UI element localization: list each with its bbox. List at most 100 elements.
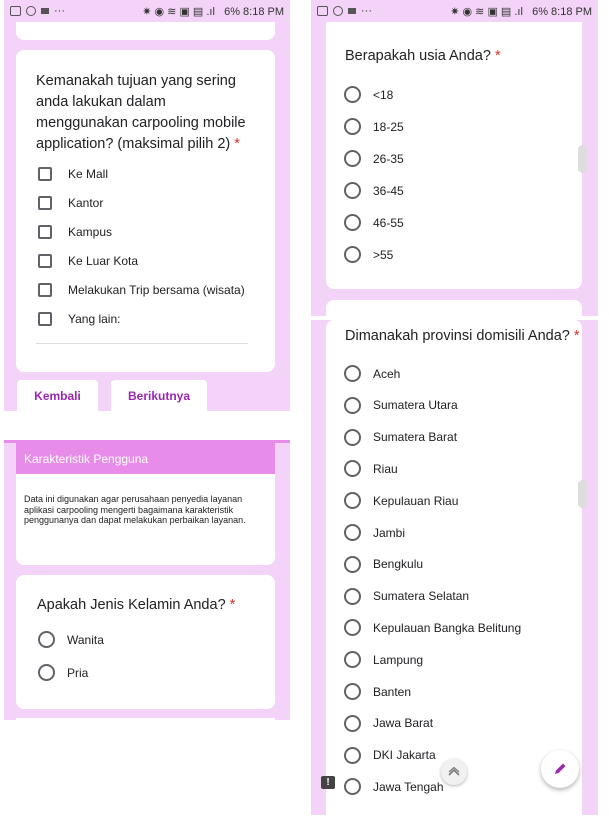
radio-option[interactable]: Jambi <box>344 524 405 541</box>
prev-card-bottom <box>16 22 275 40</box>
radio-option[interactable]: Bengkulu <box>344 555 423 573</box>
radio-option[interactable]: 18-25 <box>344 118 404 135</box>
status-bar: ··· ✷ ◉ ≋ ▣ ▤ .ıl 6% 8:18 PM <box>4 0 290 22</box>
question-label: Berapakah usia Anda? <box>345 48 491 64</box>
radio-button[interactable] <box>344 683 361 700</box>
option-label: Jawa Barat <box>373 716 434 731</box>
radio-button[interactable] <box>344 524 361 541</box>
radio-option[interactable]: Lampung <box>344 651 424 669</box>
radio-button[interactable] <box>344 86 361 103</box>
option-label: >55 <box>373 247 394 262</box>
radio-option[interactable]: Sumatera Selatan <box>344 587 470 605</box>
radio-button[interactable] <box>344 214 361 231</box>
radio-button[interactable] <box>344 118 361 135</box>
section-card: Karakteristik Pengguna Data ini digunaka… <box>16 443 275 565</box>
radio-button[interactable] <box>344 396 361 414</box>
form-panel-destination: ··· ✷ ◉ ≋ ▣ ▤ .ıl 6% 8:18 PM Kemanakah t… <box>4 0 290 411</box>
province-question-card: Dimanakah provinsi domisili Anda? * Aceh… <box>326 320 582 815</box>
feedback-icon[interactable]: ! <box>321 776 335 789</box>
gallery-icon <box>317 6 328 16</box>
radio-option[interactable]: <18 <box>344 86 393 103</box>
required-mark: * <box>229 597 236 613</box>
checkbox-option[interactable]: Yang lain: <box>38 312 120 326</box>
radio-option[interactable]: 46-55 <box>344 214 404 231</box>
radio-button[interactable] <box>344 428 361 446</box>
scrollbar-handle[interactable] <box>578 480 587 508</box>
radio-button[interactable] <box>344 778 361 796</box>
form-panel-age: ··· ✷ ◉ ≋ ▣ ▤ .ıl 6% 8:18 PM Berapakah u… <box>311 0 598 316</box>
signal-icons: ✷ ◉ ≋ ▣ ▤ .ıl <box>142 5 215 18</box>
checkbox-option[interactable]: Melakukan Trip bersama (wisata) <box>38 283 245 297</box>
radio-option[interactable]: Jawa Barat <box>344 714 434 732</box>
radio-option[interactable]: Jawa Tengah <box>344 778 444 796</box>
radio-button[interactable] <box>344 651 361 669</box>
radio-button[interactable] <box>38 631 55 648</box>
option-label: Riau <box>373 461 398 476</box>
checkbox[interactable] <box>38 312 52 326</box>
option-label: Yang lain: <box>68 312 121 326</box>
question-text: Berapakah usia Anda? * <box>345 46 567 67</box>
next-button[interactable]: Berikutnya <box>111 380 207 411</box>
question-label: Kemanakah tujuan yang sering anda lakuka… <box>36 73 246 152</box>
radio-option[interactable]: Sumatera Utara <box>344 396 458 414</box>
message-icon <box>41 8 49 14</box>
option-label: Lampung <box>373 652 424 667</box>
radio-button[interactable] <box>344 492 361 510</box>
checkbox[interactable] <box>38 196 52 210</box>
radio-option[interactable]: Riau <box>344 460 398 478</box>
radio-button[interactable] <box>344 587 361 605</box>
radio-button[interactable] <box>344 555 361 573</box>
option-label: 26-35 <box>373 151 404 166</box>
radio-button[interactable] <box>344 714 361 732</box>
checkbox-option[interactable]: Kampus <box>38 225 112 239</box>
radio-option[interactable]: Kepulauan Bangka Belitung <box>344 619 521 637</box>
checkbox-option[interactable]: Kantor <box>38 196 103 210</box>
required-mark: * <box>494 48 501 64</box>
more-dots-icon: ··· <box>361 5 372 17</box>
required-mark: * <box>234 136 240 152</box>
radio-option[interactable]: Wanita <box>38 631 104 648</box>
checkbox[interactable] <box>38 283 52 297</box>
radio-button[interactable] <box>38 664 55 681</box>
back-button[interactable]: Kembali <box>17 380 98 411</box>
checkbox[interactable] <box>38 225 52 239</box>
option-label: Wanita <box>67 632 104 647</box>
checkbox[interactable] <box>38 167 52 181</box>
edit-fab[interactable] <box>541 750 579 788</box>
checkbox[interactable] <box>38 254 52 268</box>
option-label: Aceh <box>373 366 401 381</box>
radio-button[interactable] <box>344 460 361 478</box>
radio-button[interactable] <box>344 150 361 167</box>
radio-option[interactable]: DKI Jakarta <box>344 746 436 764</box>
radio-option[interactable]: 36-45 <box>344 182 404 199</box>
section-description: Data ini digunakan agar perusahaan penye… <box>24 494 246 526</box>
chevron-up-icon <box>448 767 460 776</box>
radio-button[interactable] <box>344 619 361 637</box>
radio-option[interactable]: Kepulauan Riau <box>344 492 458 510</box>
scroll-up-button[interactable] <box>441 759 467 785</box>
radio-option[interactable]: Pria <box>38 664 88 681</box>
more-dots-icon: ··· <box>54 5 65 17</box>
radio-option[interactable]: Banten <box>344 683 411 700</box>
option-label: Sumatera Selatan <box>373 589 470 604</box>
radio-button[interactable] <box>344 365 361 382</box>
form-panel-province: Dimanakah provinsi domisili Anda? * Aceh… <box>311 320 598 815</box>
radio-button[interactable] <box>344 746 361 764</box>
required-mark: * <box>573 328 580 344</box>
radio-button[interactable] <box>344 246 361 263</box>
next-card-top <box>326 300 582 316</box>
status-bar: ··· ✷ ◉ ≋ ▣ ▤ .ıl 6% 8:18 PM <box>311 0 598 22</box>
checkbox-option[interactable]: Ke Mall <box>38 167 108 181</box>
option-label: 18-25 <box>373 119 404 134</box>
whatsapp-icon <box>26 6 36 16</box>
radio-button[interactable] <box>344 182 361 199</box>
radio-option[interactable]: >55 <box>344 246 393 263</box>
radio-option[interactable]: Aceh <box>344 365 400 382</box>
bottom-strip <box>16 718 275 720</box>
checkbox-option[interactable]: Ke Luar Kota <box>38 254 138 268</box>
radio-option[interactable]: Sumatera Barat <box>344 428 457 446</box>
option-label: Sumatera Utara <box>373 398 458 413</box>
status-text: 6% 8:18 PM <box>214 5 284 18</box>
radio-option[interactable]: 26-35 <box>344 150 404 167</box>
scrollbar-handle[interactable] <box>578 145 587 173</box>
